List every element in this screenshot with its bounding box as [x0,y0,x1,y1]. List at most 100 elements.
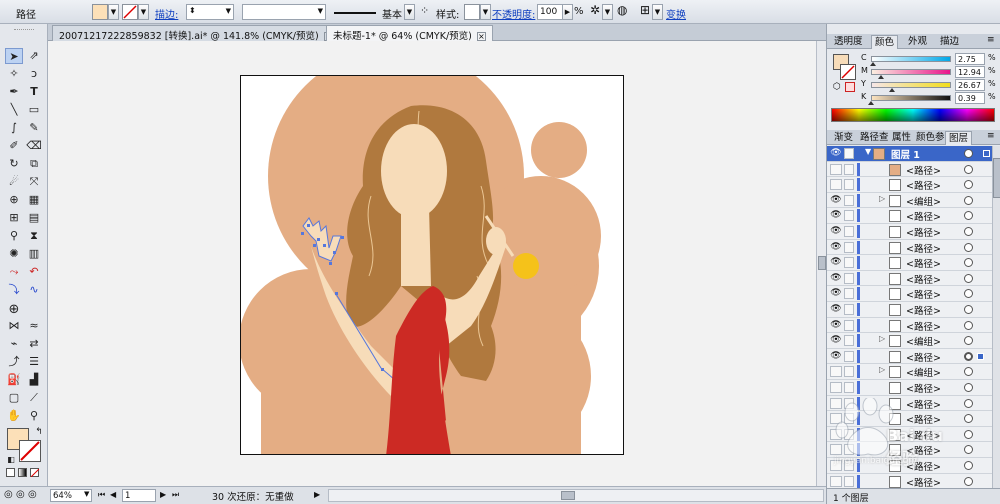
target-icon[interactable] [964,164,973,174]
layer-name[interactable]: <路径> [906,241,941,255]
lock-toggle[interactable] [844,444,854,456]
pencil-tool-icon[interactable]: ✎ [25,120,43,136]
stroke-link[interactable]: 描边: [155,6,178,21]
layer-name[interactable]: <路径> [906,272,941,286]
transform-link[interactable]: 变换 [666,6,686,21]
eye-icon[interactable] [830,475,842,487]
layer-name[interactable]: <路径> [906,459,941,473]
smooth-tool-icon[interactable]: ∿ [25,282,43,298]
layer-row[interactable]: 👁 <路径> [827,239,995,256]
scale-tool-icon[interactable]: ⧉ [25,156,43,172]
lock-toggle[interactable] [844,194,854,206]
tab-layers[interactable]: 图层 [945,131,973,145]
layer-row[interactable]: 👁 <路径> [827,286,995,302]
layer-row[interactable]: 👁 <路径> [827,255,995,271]
scroll-thumb[interactable] [561,491,575,500]
eye-icon[interactable] [830,382,842,393]
eye-icon[interactable]: 👁 [830,148,842,159]
fill-swatch[interactable] [92,4,108,20]
layer-row[interactable]: 👁 <路径> [827,208,995,224]
align-dropdown[interactable]: ▼ [652,4,663,20]
panel-menu-icon[interactable]: ≡ [987,131,995,141]
layers-scrollbar[interactable] [992,146,1000,488]
layer-row[interactable]: 👁 <路径> [827,302,995,318]
lock-toggle[interactable] [844,350,854,362]
tab-attributes[interactable]: 属性 [889,131,914,145]
expand-icon[interactable]: ▷ [879,365,885,374]
draw-normal-icon[interactable]: ◎ [4,489,13,500]
target-icon[interactable] [964,429,973,439]
target-icon[interactable] [964,476,973,486]
eye-icon[interactable]: 👁 [830,351,842,362]
lock-toggle[interactable] [844,179,854,191]
type-tool-icon[interactable]: T [25,84,43,100]
layer-name[interactable]: <编组> [906,334,941,348]
lock-toggle[interactable] [844,272,854,284]
crop-tool-icon[interactable]: ▢ [5,390,23,406]
layer-name[interactable]: <路径> [906,319,941,333]
eye-icon[interactable]: 👁 [830,273,842,284]
layer-row[interactable]: <路径> [827,395,995,412]
eye-icon[interactable] [830,163,842,175]
eye-icon[interactable]: 👁 [830,226,842,237]
stroke-color-box[interactable] [19,440,41,462]
artboard[interactable] [240,75,624,455]
layer-name[interactable]: <路径> [906,412,941,426]
horizontal-scrollbar[interactable] [328,489,824,502]
eraser-tool-icon[interactable]: ⌫ [25,138,43,154]
target-icon[interactable] [964,227,973,236]
vertical-scrollbar[interactable] [816,41,826,486]
target-icon[interactable] [964,258,973,268]
target-icon[interactable] [964,414,973,424]
lock-toggle[interactable] [844,304,854,315]
wave-tool-icon[interactable]: ≈ [25,318,43,334]
lock-toggle[interactable] [844,428,854,440]
opacity-dropdown[interactable]: ▶ [562,4,573,20]
layer-row[interactable]: 👁 <路径> [827,317,995,334]
none-mode-icon[interactable] [30,468,40,478]
layer-row[interactable]: <路径> [827,380,995,396]
style-swatch[interactable] [464,4,480,20]
last-artboard-icon[interactable]: ⏭ [172,490,179,500]
m-value-input[interactable]: 12.94 [955,66,985,78]
blend-tool-icon[interactable]: ⧗ [25,228,43,244]
target-icon[interactable] [964,367,973,377]
layer-row[interactable]: 👁 <路径> [827,348,995,365]
tab-document-1[interactable]: 20071217222859832 [转换].ai* @ 141.8% (CMY… [52,25,340,42]
target-icon[interactable] [964,195,973,205]
layer-row[interactable]: <路径> [827,442,995,458]
flip-tool-icon[interactable]: ⇄ [25,336,43,352]
eye-icon[interactable]: 👁 [830,210,842,221]
layer-name[interactable]: <路径> [906,256,941,270]
y-value-input[interactable]: 26.67 [955,79,985,91]
first-artboard-icon[interactable]: ⏮ [98,490,105,500]
eye-icon[interactable]: 👁 [830,304,842,315]
layer-row[interactable]: <路径> [827,458,995,474]
target-icon[interactable] [964,289,973,299]
lock-toggle[interactable] [844,413,854,425]
brush-options-icon[interactable]: ⁘ [420,4,429,17]
tab-transparency[interactable]: 透明度 [831,35,866,49]
target-icon[interactable] [964,149,973,158]
layer-name[interactable]: <路径> [906,225,941,239]
stroke-dropdown[interactable]: ▼ [138,4,149,20]
zoom-dropdown-icon[interactable]: ▼ [84,490,89,498]
color-spectrum[interactable] [831,108,995,122]
selection-tool-icon[interactable]: ➤ [5,48,23,64]
fill-dropdown[interactable]: ▼ [108,4,119,20]
toolbox-grip[interactable] [14,24,34,30]
prev-artboard-icon[interactable]: ◀ [110,490,116,499]
tab-stroke[interactable]: 描边 [937,35,962,49]
recolor-dropdown[interactable]: ▼ [602,4,613,20]
cube-icon[interactable]: ⬡ [833,82,841,92]
target-icon[interactable] [964,211,973,221]
symbol-sprayer-tool-icon[interactable]: ✺ [5,246,23,262]
target-icon[interactable] [964,445,973,455]
target-icon[interactable] [964,336,973,346]
target-icon[interactable] [964,305,973,314]
lock-toggle[interactable] [844,163,854,175]
eye-icon[interactable] [830,444,842,456]
magic-wand-tool-icon[interactable]: ✧ [5,66,23,82]
eyedropper-tool-icon[interactable]: ⚲ [5,228,23,244]
artwork-illustration[interactable] [241,76,624,455]
